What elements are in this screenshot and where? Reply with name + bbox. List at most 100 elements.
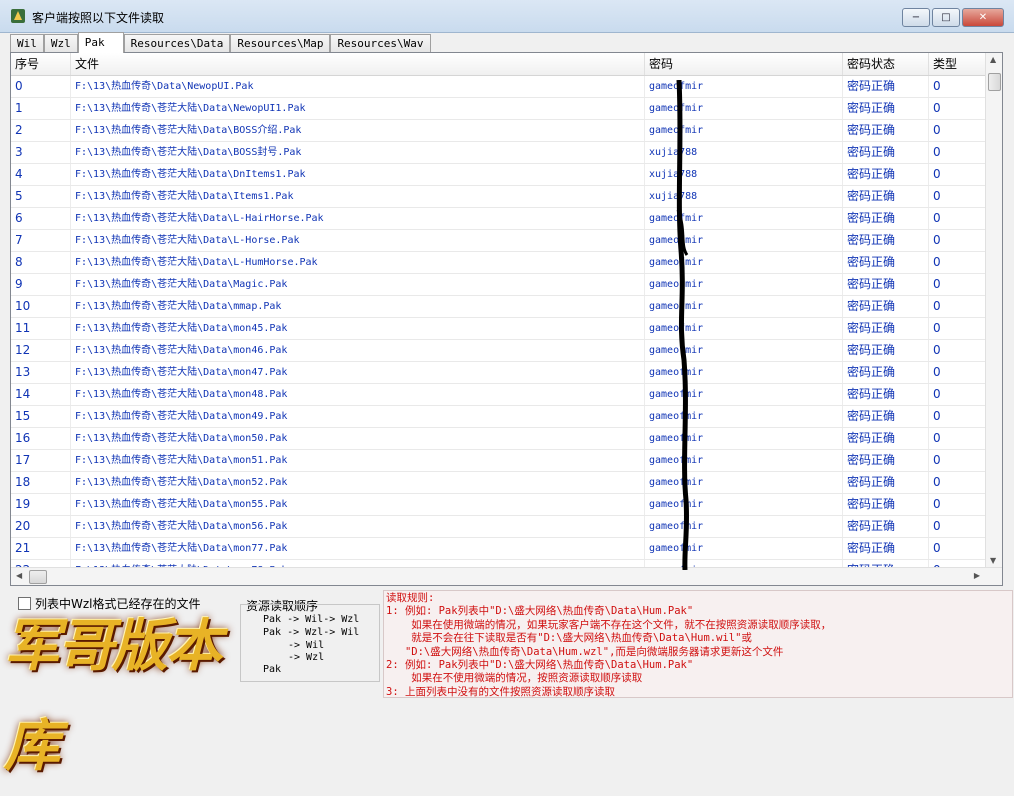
scroll-left-arrow-icon[interactable]: ◀ [16,571,22,580]
row-file-path: F:\13\热血传奇\苍茫大陆\Data\mmap.Pak [71,296,645,317]
tab-resources-wav[interactable]: Resources\Wav [330,34,431,53]
table-row[interactable]: 17 F:\13\热血传奇\苍茫大陆\Data\mon51.Pak gameofmi… [11,450,986,472]
row-type: 0 [929,318,986,339]
table-row[interactable]: 13 F:\13\热血传奇\苍茫大陆\Data\mon47.Pak gameofmi… [11,362,986,384]
row-index: 17 [11,450,71,471]
row-password-status: 密码正确 [843,164,929,185]
table-row[interactable]: 5 F:\13\热血传奇\苍茫大陆\Data\Items1.Pak xujia788… [11,186,986,208]
row-index: 10 [11,296,71,317]
row-password: gameofmir [645,428,843,449]
read-order-option[interactable]: -> Wzl [288,652,324,663]
row-type: 0 [929,494,986,515]
row-index: 2 [11,120,71,141]
row-password-status: 密码正确 [843,472,929,493]
column-header-index[interactable]: 序号 [11,53,71,75]
tab-wil[interactable]: Wil [10,34,44,53]
row-index: 8 [11,252,71,273]
table-row[interactable]: 0 F:\13\热血传奇\Data\NewopUI.Pak gameofmir 密码正… [11,76,986,98]
table-row[interactable]: 12 F:\13\热血传奇\苍茫大陆\Data\mon46.Pak gameofmi… [11,340,986,362]
window-title: 客户端按照以下文件读取 [32,11,165,25]
row-password-status: 密码正确 [843,296,929,317]
table-row[interactable]: 3 F:\13\热血传奇\苍茫大陆\Data\BOSS封号.Pak xujia788… [11,142,986,164]
row-password: gameofmir [645,516,843,537]
row-file-path: F:\13\热血传奇\苍茫大陆\Data\L-Horse.Pak [71,230,645,251]
row-file-path: F:\13\热血传奇\苍茫大陆\Data\mon45.Pak [71,318,645,339]
horizontal-scrollbar[interactable]: ◀ ▶ [11,567,1002,585]
title-bar: 客户端按照以下文件读取 − □ ✕ [0,0,1014,33]
row-type: 0 [929,98,986,119]
row-password: gameofmir [645,252,843,273]
read-order-option[interactable]: Pak -> Wzl-> Wil [263,627,359,638]
row-password: gameofmir [645,318,843,339]
column-header-password-status[interactable]: 密码状态 [843,53,929,75]
row-password: gameofmir [645,472,843,493]
row-password-status: 密码正确 [843,494,929,515]
row-password-status: 密码正确 [843,120,929,141]
scroll-right-arrow-icon[interactable]: ▶ [974,571,980,580]
row-type: 0 [929,450,986,471]
table-row[interactable]: 19 F:\13\热血传奇\苍茫大陆\Data\mon55.Pak gameofmi… [11,494,986,516]
row-password-status: 密码正确 [843,384,929,405]
table-row[interactable]: 1 F:\13\热血传奇\苍茫大陆\Data\NewopUI1.Pak gameof… [11,98,986,120]
row-index: 7 [11,230,71,251]
minimize-button[interactable]: − [902,8,930,27]
table-row[interactable]: 16 F:\13\热血传奇\苍茫大陆\Data\mon50.Pak gameofmi… [11,428,986,450]
column-header-file[interactable]: 文件 [71,53,645,75]
table-row[interactable]: 15 F:\13\热血传奇\苍茫大陆\Data\mon49.Pak gameofmi… [11,406,986,428]
read-order-option[interactable]: -> Wil [288,640,324,651]
row-type: 0 [929,362,986,383]
row-type: 0 [929,186,986,207]
read-order-option[interactable]: Pak -> Wil-> Wzl [263,614,359,625]
row-file-path: F:\13\热血传奇\苍茫大陆\Data\L-HumHorse.Pak [71,252,645,273]
row-password: gameofmir [645,296,843,317]
scroll-up-arrow-icon[interactable]: ▲ [990,55,996,64]
table-row[interactable]: 9 F:\13\热血传奇\苍茫大陆\Data\Magic.Pak gameofmir… [11,274,986,296]
table-row[interactable]: 14 F:\13\热血传奇\苍茫大陆\Data\mon48.Pak gameofmi… [11,384,986,406]
tab-resources-data[interactable]: Resources\Data [123,34,231,53]
watermark-logo-text: 军哥版本库 [4,613,222,779]
row-file-path: F:\13\热血传奇\苍茫大陆\Data\DnItems1.Pak [71,164,645,185]
file-list[interactable]: 序号 文件 密码 密码状态 类型 0 F:\13\热血传奇\Data\NewopU… [10,52,1003,586]
vertical-scrollbar[interactable]: ▲ ▼ [985,53,1002,567]
column-header-type[interactable]: 类型 [929,53,986,75]
row-index: 20 [11,516,71,537]
maximize-button[interactable]: □ [932,8,960,27]
row-password-status: 密码正确 [843,318,929,339]
table-row[interactable]: 6 F:\13\热血传奇\苍茫大陆\Data\L-HairHorse.Pak gam… [11,208,986,230]
horizontal-scroll-thumb[interactable] [29,570,47,584]
tab-pak[interactable]: Pak [77,32,124,53]
scroll-down-arrow-icon[interactable]: ▼ [990,556,996,565]
row-index: 21 [11,538,71,559]
row-password-status: 密码正确 [843,450,929,471]
row-type: 0 [929,164,986,185]
table-row[interactable]: 18 F:\13\热血传奇\苍茫大陆\Data\mon52.Pak gameofmi… [11,472,986,494]
table-row[interactable]: 2 F:\13\热血传奇\苍茫大陆\Data\BOSS介绍.Pak gameofmi… [11,120,986,142]
table-row[interactable]: 4 F:\13\热血传奇\苍茫大陆\Data\DnItems1.Pak xujia7… [11,164,986,186]
row-password: gameofmir [645,406,843,427]
row-file-path: F:\13\热血传奇\苍茫大陆\Data\mon56.Pak [71,516,645,537]
row-file-path: F:\13\热血传奇\苍茫大陆\Data\Magic.Pak [71,274,645,295]
row-type: 0 [929,274,986,295]
row-index: 19 [11,494,71,515]
table-row[interactable]: 8 F:\13\热血传奇\苍茫大陆\Data\L-HumHorse.Pak game… [11,252,986,274]
table-row[interactable]: 11 F:\13\热血传奇\苍茫大陆\Data\mon45.Pak gameofmi… [11,318,986,340]
row-file-path: F:\13\热血传奇\苍茫大陆\Data\mon47.Pak [71,362,645,383]
tab-wzl[interactable]: Wzl [43,34,78,53]
close-button[interactable]: ✕ [962,8,1004,27]
row-file-path: F:\13\热血传奇\苍茫大陆\Data\Items1.Pak [71,186,645,207]
row-password-status: 密码正确 [843,142,929,163]
table-row[interactable]: 21 F:\13\热血传奇\苍茫大陆\Data\mon77.Pak gameofmi… [11,538,986,560]
table-row[interactable]: 10 F:\13\热血传奇\苍茫大陆\Data\mmap.Pak gameofmir… [11,296,986,318]
table-row[interactable]: 7 F:\13\热血传奇\苍茫大陆\Data\L-Horse.Pak gameofm… [11,230,986,252]
table-row[interactable]: 20 F:\13\热血传奇\苍茫大陆\Data\mon56.Pak gameofmi… [11,516,986,538]
row-type: 0 [929,384,986,405]
row-type: 0 [929,208,986,229]
column-header-password[interactable]: 密码 [645,53,843,75]
rules-line: 2: 例如: Pak列表中"D:\盛大网络\热血传奇\Data\Hum.Pak" [386,659,694,672]
row-password: xujia788 [645,186,843,207]
row-file-path: F:\13\热血传奇\苍茫大陆\Data\mon51.Pak [71,450,645,471]
row-index: 3 [11,142,71,163]
tab-resources-map[interactable]: Resources\Map [230,34,331,53]
vertical-scroll-thumb[interactable] [988,73,1001,91]
rules-line: "D:\盛大网络\热血传奇\Data\Hum.wzl",而是向微端服务器请求更新… [386,645,784,658]
